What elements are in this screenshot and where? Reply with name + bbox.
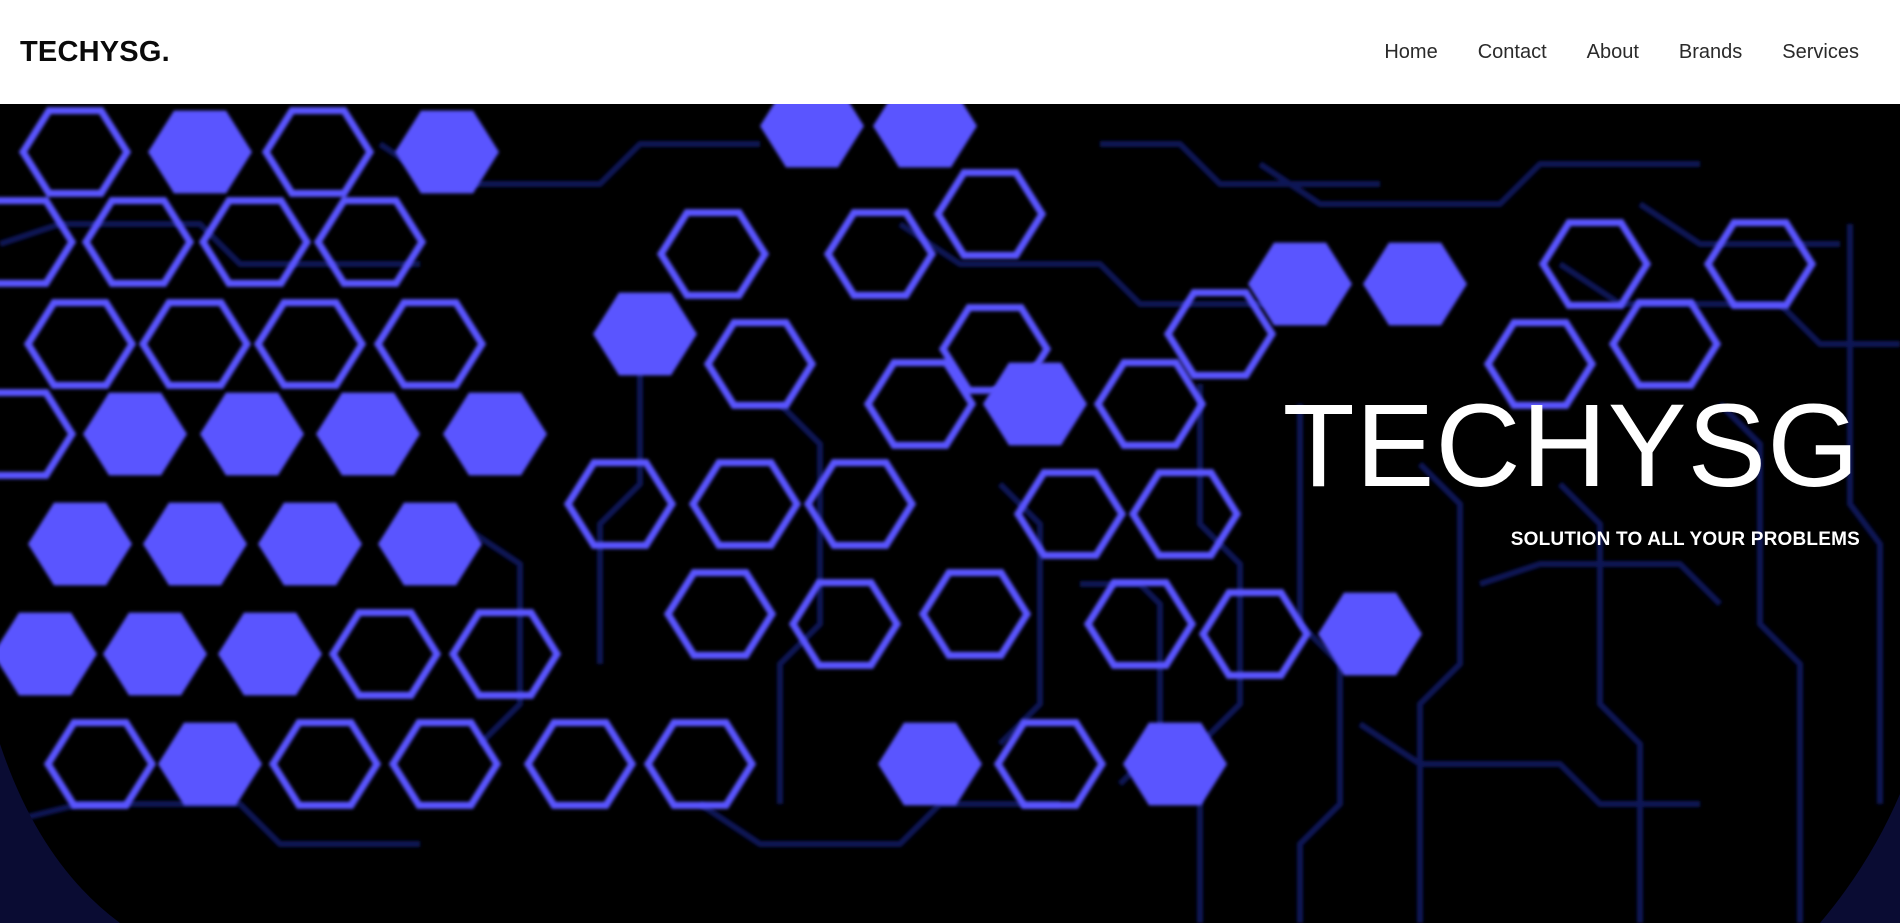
nav-item-brands: Brands [1679, 41, 1742, 64]
hero-section: TECHYSG SOLUTION TO ALL YOUR PROBLEMS [0, 104, 1900, 923]
nav-link-services[interactable]: Services [1782, 41, 1859, 63]
nav-link-about[interactable]: About [1587, 41, 1639, 63]
nav-item-contact: Contact [1478, 41, 1547, 64]
brand-logo[interactable]: TECHYSG. [20, 36, 170, 69]
nav-item-about: About [1587, 41, 1639, 64]
site-header: TECHYSG. Home Contact About Brands Servi… [0, 0, 1900, 104]
nav-link-brands[interactable]: Brands [1679, 41, 1742, 63]
hero-subtitle: SOLUTION TO ALL YOUR PROBLEMS [1510, 529, 1860, 550]
nav-list: Home Contact About Brands Services [1384, 41, 1859, 64]
nav-item-home: Home [1384, 41, 1437, 64]
nav-link-home[interactable]: Home [1384, 41, 1437, 63]
main-nav: Home Contact About Brands Services [1384, 41, 1859, 64]
nav-item-services: Services [1782, 41, 1859, 64]
hero-text-block: TECHYSG SOLUTION TO ALL YOUR PROBLEMS [1283, 387, 1860, 551]
hero-title: TECHYSG [1282, 380, 1860, 512]
nav-link-contact[interactable]: Contact [1478, 41, 1547, 63]
